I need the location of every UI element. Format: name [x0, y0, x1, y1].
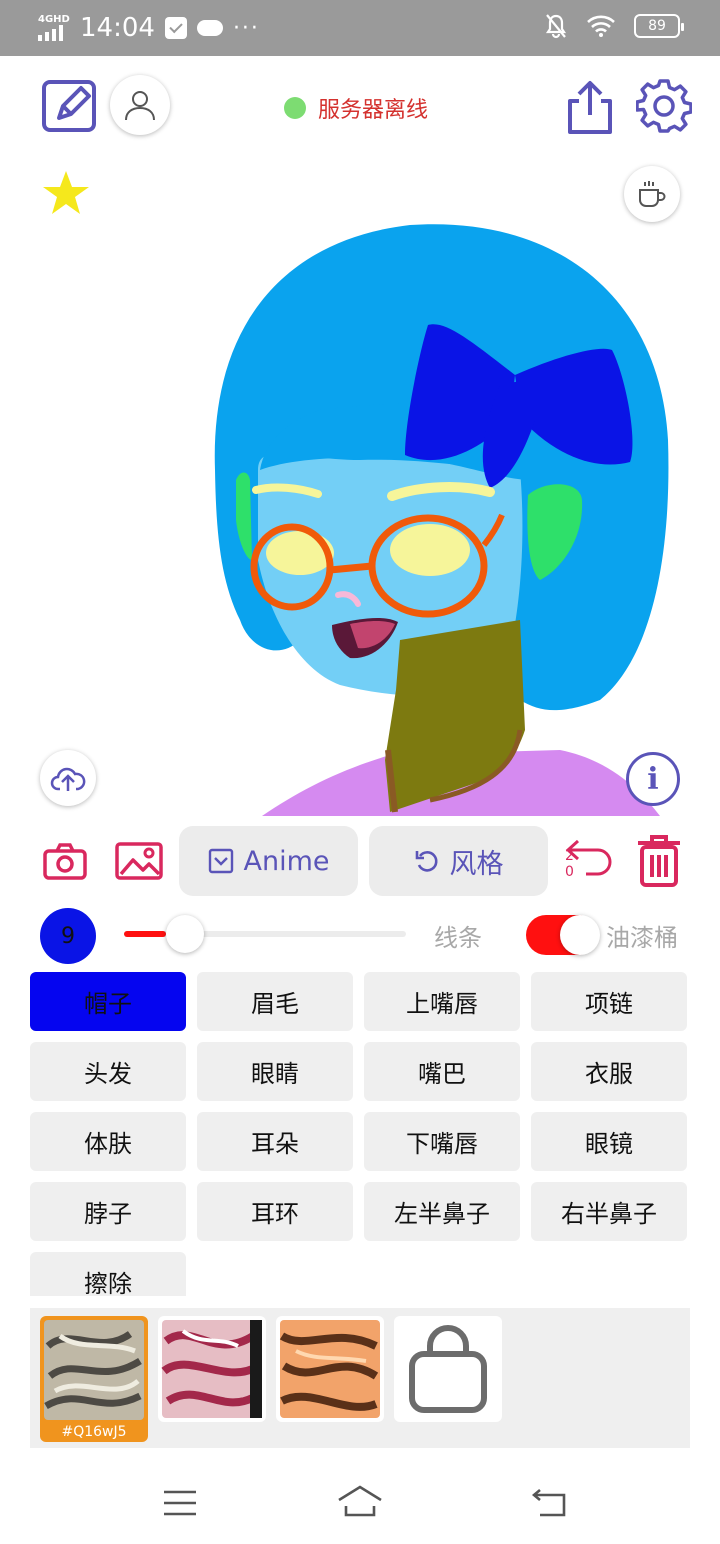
part-button[interactable]: 眼镜: [531, 1112, 687, 1171]
status-right: 89: [544, 13, 684, 39]
part-button[interactable]: 耳环: [197, 1182, 353, 1241]
server-status-text: 服务器离线: [318, 98, 429, 123]
part-button[interactable]: 左半鼻子: [364, 1182, 520, 1241]
upload-button[interactable]: [40, 750, 96, 806]
slider-fill: [124, 931, 166, 937]
part-button[interactable]: 右半鼻子: [531, 1182, 687, 1241]
brush-color-size[interactable]: 9: [40, 908, 96, 964]
status-bar: 4GHD 14:04 ··· 89: [0, 0, 720, 56]
style-gray-swirl-image: [44, 1320, 144, 1420]
coffee-button[interactable]: [624, 166, 680, 222]
style-code: #Q16wJ5: [61, 1424, 127, 1440]
style-button[interactable]: 风格: [369, 826, 548, 896]
part-button[interactable]: 项链: [531, 972, 687, 1031]
info-button[interactable]: i: [626, 752, 680, 806]
shopping-bag-icon: [409, 1325, 487, 1413]
style-pink-swirl-image: [161, 1320, 262, 1418]
undo-count: 2 0: [565, 848, 574, 880]
status-dot-icon: [284, 97, 306, 119]
part-button[interactable]: 帽子: [30, 972, 186, 1031]
part-button[interactable]: 体肤: [30, 1112, 186, 1171]
coffee-cup-icon: [639, 181, 666, 207]
image-icon: [115, 842, 163, 880]
server-status: 服务器离线: [284, 92, 428, 124]
slider-thumb[interactable]: [166, 915, 204, 953]
back-icon[interactable]: [530, 1488, 570, 1518]
profile-button[interactable]: [110, 75, 170, 135]
clock: 14:04: [80, 13, 155, 43]
menu-icon[interactable]: [162, 1489, 198, 1517]
undo-count-top: 2: [565, 848, 574, 864]
undo-count-bottom: 0: [565, 864, 574, 880]
brush-size-value: 9: [61, 923, 75, 949]
share-button[interactable]: [564, 78, 616, 136]
edit-note-button[interactable]: [40, 77, 100, 135]
trash-icon: [638, 835, 680, 887]
wifi-icon: [587, 15, 615, 37]
part-button[interactable]: 下嘴唇: [364, 1112, 520, 1171]
paint-bucket-label: 油漆桶: [606, 924, 678, 952]
part-button[interactable]: 擦除: [30, 1252, 186, 1296]
notification-icon: [164, 17, 187, 39]
network-type: 4GHD: [38, 14, 70, 25]
style-label: 风格: [449, 848, 504, 880]
toggle-knob: [560, 915, 600, 955]
user-icon: [125, 91, 155, 121]
part-grid: 帽子 眉毛 上嘴唇 项链头发 眼睛 嘴巴 衣服体肤 耳朵 下嘴唇 眼镜脖子 耳环 左半鼻子 右半鼻子擦除: [30, 972, 690, 1296]
battery-icon: 89: [634, 14, 684, 38]
camera-icon: [43, 843, 87, 880]
gear-icon: [636, 79, 692, 133]
delete-button[interactable]: [634, 834, 684, 888]
part-button[interactable]: 脖子: [30, 1182, 186, 1241]
part-button[interactable]: 眼睛: [197, 1042, 353, 1101]
settings-button[interactable]: [636, 78, 692, 134]
style-thumb-orange[interactable]: [276, 1316, 384, 1422]
dropdown-box-icon: [208, 848, 233, 874]
part-button[interactable]: 耳朵: [197, 1112, 353, 1171]
style-thumb-pink[interactable]: [158, 1316, 266, 1422]
mute-bell-icon: [545, 14, 567, 39]
cloud-upload-icon: [50, 767, 86, 791]
signal-icon: 4GHD: [38, 15, 70, 41]
info-icon: i: [647, 761, 659, 797]
part-button[interactable]: 嘴巴: [364, 1042, 520, 1101]
camera-button[interactable]: [42, 840, 88, 882]
home-icon[interactable]: [336, 1484, 384, 1518]
more-notifications-icon: ···: [232, 15, 260, 41]
navigation-bar: [0, 1460, 720, 1544]
favorite-button[interactable]: [40, 168, 92, 218]
part-button[interactable]: 上嘴唇: [364, 972, 520, 1031]
drawing-canvas[interactable]: [0, 150, 720, 816]
part-button[interactable]: 头发: [30, 1042, 186, 1101]
style-strip: #Q16wJ5: [30, 1308, 690, 1448]
cloud-icon: [196, 20, 223, 36]
paint-bucket-toggle[interactable]: [526, 915, 600, 955]
part-button[interactable]: 衣服: [531, 1042, 687, 1101]
shop-button[interactable]: [394, 1316, 502, 1422]
part-button[interactable]: 眉毛: [197, 972, 353, 1031]
star-icon: [43, 171, 89, 214]
anime-label: Anime: [243, 845, 330, 877]
anime-model-button[interactable]: Anime: [179, 826, 358, 896]
gallery-button[interactable]: [114, 840, 164, 882]
brush-size-slider[interactable]: [124, 915, 406, 953]
line-label: 线条: [434, 924, 482, 952]
style-thumb-selected[interactable]: #Q16wJ5: [40, 1316, 148, 1442]
anime-drawing: [214, 224, 669, 816]
edit-icon: [42, 80, 96, 132]
rotate-icon: [415, 851, 438, 872]
share-icon: [568, 81, 612, 134]
status-left: 4GHD 14:04 ···: [38, 12, 260, 44]
style-orange-swirl-image: [279, 1320, 380, 1418]
